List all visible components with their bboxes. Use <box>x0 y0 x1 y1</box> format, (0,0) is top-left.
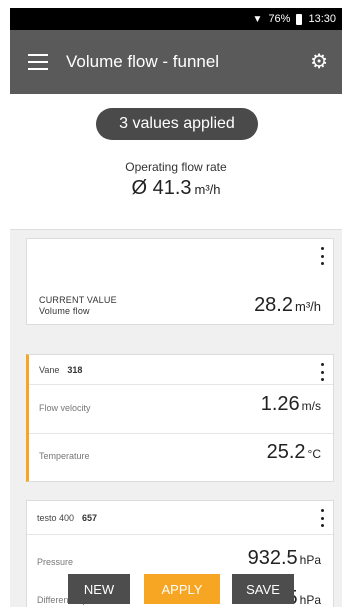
device-frame: ▼ 76% 13:30 Volume flow - funnel ⚙ 3 val… <box>0 0 342 607</box>
differential-pressure-unit: hPa <box>299 593 321 607</box>
operating-flow-unit: m³/h <box>194 182 221 197</box>
row-divider <box>29 433 333 434</box>
vane-probe-header: Vane 318 <box>29 355 333 385</box>
current-value-label: CURRENT VALUE Volume flow <box>39 295 117 318</box>
gear-icon[interactable]: ⚙ <box>310 52 328 72</box>
apply-button[interactable]: APPLY <box>144 574 220 604</box>
flow-velocity-value: 1.26 <box>260 393 300 415</box>
wifi-icon: ▼ <box>252 13 263 25</box>
temperature-unit: °C <box>307 447 321 461</box>
temperature-label: Temperature <box>39 451 90 461</box>
battery-percent: 76% <box>268 13 291 25</box>
pressure-label: Pressure <box>37 557 74 567</box>
current-value-reading: 28.2 m³/h <box>254 294 321 317</box>
flow-velocity-reading: 1.26 m/s <box>261 393 321 416</box>
current-value-subtitle: Volume flow <box>39 306 90 317</box>
current-value-title: CURRENT VALUE <box>39 295 117 305</box>
operating-flow-label: Operating flow rate <box>125 160 227 174</box>
more-options-icon[interactable] <box>319 363 325 381</box>
vane-device-id: 318 <box>67 364 83 375</box>
flow-velocity-label: Flow velocity <box>39 403 91 413</box>
operating-flow-number: Ø 41.3 <box>131 177 192 199</box>
page-title: Volume flow - funnel <box>66 52 220 71</box>
more-options-icon[interactable] <box>319 247 325 265</box>
pressure-reading: 932.5 hPa <box>248 547 321 570</box>
battery-icon <box>296 13 303 25</box>
pressure-unit: hPa <box>299 553 321 567</box>
vane-probe-card[interactable]: Vane 318 Flow velocity 1.26 m/s Temperatu… <box>26 354 334 482</box>
save-button[interactable]: SAVE <box>232 574 294 604</box>
status-bar: ▼ 76% 13:30 <box>10 8 342 30</box>
summary-panel: 3 values applied Operating flow rate Ø 4… <box>10 94 342 230</box>
current-value-number: 28.2 <box>254 294 293 316</box>
testo-device-id: 657 <box>82 512 98 523</box>
temperature-value: 25.2 <box>266 441 306 463</box>
hamburger-menu-icon[interactable] <box>28 54 48 70</box>
testo-device-name: testo 400 <box>37 512 75 523</box>
values-applied-badge: 3 values applied <box>96 108 258 140</box>
new-button[interactable]: NEW <box>68 574 130 604</box>
flow-velocity-unit: m/s <box>301 399 321 413</box>
current-value-card: CURRENT VALUE Volume flow 28.2 m³/h <box>26 238 334 325</box>
vane-device-name: Vane <box>39 364 60 375</box>
clock: 13:30 <box>308 13 336 25</box>
more-options-icon[interactable] <box>319 509 325 527</box>
current-value-unit: m³/h <box>295 299 321 314</box>
app-screen: ▼ 76% 13:30 Volume flow - funnel ⚙ 3 val… <box>10 8 342 607</box>
testo-probe-header: testo 400 657 <box>27 501 333 535</box>
operating-flow-value: Ø 41.3 m³/h <box>10 177 342 200</box>
temperature-reading: 25.2 °C <box>267 441 321 464</box>
pressure-value: 932.5 <box>247 547 298 569</box>
app-bar: Volume flow - funnel ⚙ <box>10 30 342 94</box>
